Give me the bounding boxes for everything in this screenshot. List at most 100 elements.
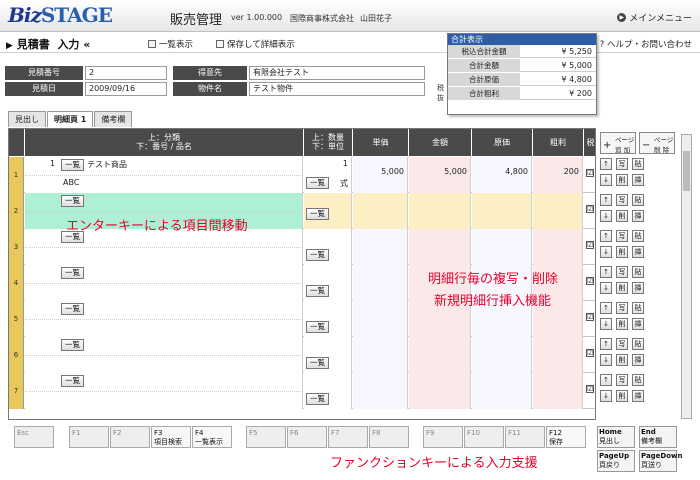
fkey-f10[interactable]: F10 (464, 426, 504, 448)
tax-checkbox[interactable]: ☑ (586, 241, 594, 249)
row-insert-button[interactable]: 挿 (632, 390, 644, 402)
cost-cell[interactable]: 4,800 (472, 157, 532, 193)
fkey-f6[interactable]: F6 (287, 426, 327, 448)
date-field[interactable]: 2009/09/16 (85, 82, 167, 96)
tax-checkbox[interactable]: ☑ (586, 169, 594, 177)
navkey-pagedown[interactable]: PageDown 頁送り (639, 450, 683, 472)
row-copy-button[interactable]: 写 (616, 194, 628, 206)
quote-no-field[interactable]: 2 (85, 66, 167, 80)
price-cell[interactable] (353, 373, 408, 409)
unit-list-button[interactable]: 一覧 (306, 285, 329, 297)
fkey-f2[interactable]: F2 (110, 426, 150, 448)
row-delete-button[interactable]: 削 (616, 318, 628, 330)
tax-checkbox[interactable]: ☑ (586, 313, 594, 321)
row-insert-button[interactable]: 挿 (632, 210, 644, 222)
row-up-button[interactable]: ↑ (600, 338, 612, 350)
main-menu-link[interactable]: ▶ メインメニュー (617, 11, 692, 24)
qty-cell[interactable]: 一覧 (304, 337, 352, 373)
row-paste-button[interactable]: 貼 (632, 338, 644, 350)
row-paste-button[interactable]: 貼 (632, 374, 644, 386)
row-paste-button[interactable]: 貼 (632, 266, 644, 278)
fkey-f3[interactable]: F3 項目検索 (151, 426, 191, 448)
row-insert-button[interactable]: 挿 (632, 174, 644, 186)
unit-list-button[interactable]: 一覧 (306, 393, 329, 405)
page-add-button[interactable]: + ページ 追 加 (600, 132, 636, 154)
cost-cell[interactable] (472, 337, 532, 373)
save-detail-button[interactable]: 保存して詳細表示 (216, 38, 295, 50)
row-insert-button[interactable]: 挿 (632, 246, 644, 258)
tab-detail-page-1[interactable]: 明細頁 1 (47, 111, 94, 127)
item-cell[interactable]: 一覧 (25, 337, 303, 373)
row-insert-button[interactable]: 挿 (632, 282, 644, 294)
row-insert-button[interactable]: 挿 (632, 318, 644, 330)
qty-cell[interactable]: 一覧 (304, 301, 352, 337)
qty-cell[interactable]: 1 一覧 式 (304, 157, 352, 193)
cost-cell[interactable] (472, 373, 532, 409)
row-delete-button[interactable]: 削 (616, 282, 628, 294)
category-list-button[interactable]: 一覧 (61, 303, 84, 315)
row-delete-button[interactable]: 削 (616, 174, 628, 186)
row-delete-button[interactable]: 削 (616, 390, 628, 402)
navkey-end[interactable]: End 備考欄 (639, 426, 677, 448)
fkey-f5[interactable]: F5 (246, 426, 286, 448)
row-insert-button[interactable]: 挿 (632, 354, 644, 366)
fkey-f9[interactable]: F9 (423, 426, 463, 448)
row-delete-button[interactable]: 削 (616, 354, 628, 366)
row-up-button[interactable]: ↑ (600, 302, 612, 314)
row-down-button[interactable]: ↓ (600, 210, 612, 222)
qty-cell[interactable]: 一覧 (304, 229, 352, 265)
category-list-button[interactable]: 一覧 (61, 267, 84, 279)
customer-field[interactable]: 有限会社テスト (249, 66, 425, 80)
cost-cell[interactable] (472, 193, 532, 229)
list-view-button[interactable]: 一覧表示 (148, 38, 193, 50)
row-up-button[interactable]: ↑ (600, 194, 612, 206)
fkey-f7[interactable]: F7 (328, 426, 368, 448)
unit-list-button[interactable]: 一覧 (306, 177, 329, 189)
row-paste-button[interactable]: 貼 (632, 302, 644, 314)
navkey-home[interactable]: Home 見出し (597, 426, 635, 448)
item-cell[interactable]: 一覧 (25, 301, 303, 337)
row-down-button[interactable]: ↓ (600, 282, 612, 294)
row-down-button[interactable]: ↓ (600, 318, 612, 330)
row-paste-button[interactable]: 貼 (632, 230, 644, 242)
price-cell[interactable] (353, 193, 408, 229)
help-link[interactable]: ? ヘルプ・お問い合わせ (600, 38, 692, 50)
grid-scrollbar[interactable] (681, 134, 692, 419)
row-delete-button[interactable]: 削 (616, 246, 628, 258)
row-paste-button[interactable]: 貼 (632, 194, 644, 206)
fkey-f1[interactable]: F1 (69, 426, 109, 448)
item-cell[interactable]: 一覧 (25, 373, 303, 409)
category-list-button[interactable]: 一覧 (61, 195, 84, 207)
row-copy-button[interactable]: 写 (616, 338, 628, 350)
row-up-button[interactable]: ↑ (600, 158, 612, 170)
unit-list-button[interactable]: 一覧 (306, 357, 329, 369)
row-copy-button[interactable]: 写 (616, 374, 628, 386)
category-list-button[interactable]: 一覧 (61, 375, 84, 387)
price-cell[interactable] (353, 301, 408, 337)
row-down-button[interactable]: ↓ (600, 246, 612, 258)
tab-remarks[interactable]: 備考欄 (94, 111, 133, 127)
price-cell[interactable] (353, 337, 408, 373)
row-up-button[interactable]: ↑ (600, 266, 612, 278)
fkey-esc[interactable]: Esc (14, 426, 54, 448)
scrollbar-thumb[interactable] (683, 151, 690, 191)
price-cell[interactable] (353, 229, 408, 265)
row-up-button[interactable]: ↑ (600, 374, 612, 386)
row-copy-button[interactable]: 写 (616, 302, 628, 314)
tab-header[interactable]: 見出し (8, 111, 46, 127)
category-list-button[interactable]: 一覧 (61, 339, 84, 351)
qty-cell[interactable]: 一覧 (304, 373, 352, 409)
row-delete-button[interactable]: 削 (616, 210, 628, 222)
page-delete-button[interactable]: − ページ 削 除 (639, 132, 675, 154)
project-field[interactable]: テスト物件 (249, 82, 425, 96)
unit-list-button[interactable]: 一覧 (306, 249, 329, 261)
category-list-button[interactable]: 一覧 (61, 159, 84, 171)
fkey-f11[interactable]: F11 (505, 426, 545, 448)
qty-cell[interactable]: 一覧 (304, 265, 352, 301)
tax-checkbox[interactable]: ☑ (586, 349, 594, 357)
price-cell[interactable] (353, 265, 408, 301)
fkey-f8[interactable]: F8 (369, 426, 409, 448)
qty-cell[interactable]: 一覧 (304, 193, 352, 229)
tax-checkbox[interactable]: ☑ (586, 277, 594, 285)
row-paste-button[interactable]: 貼 (632, 158, 644, 170)
